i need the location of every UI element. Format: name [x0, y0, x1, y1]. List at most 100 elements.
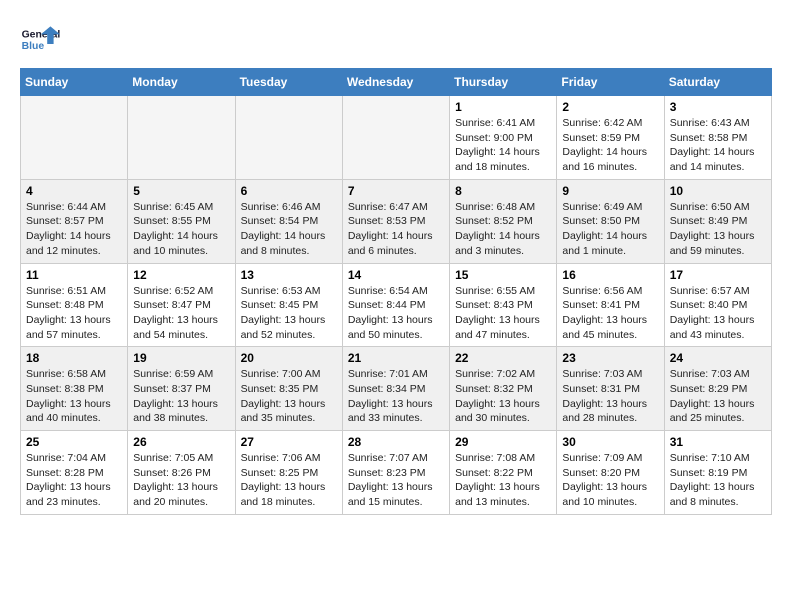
- day-number: 13: [241, 268, 337, 282]
- day-info: Sunrise: 6:51 AMSunset: 8:48 PMDaylight:…: [26, 284, 122, 343]
- calendar-cell: 28 Sunrise: 7:07 AMSunset: 8:23 PMDayligh…: [342, 431, 449, 515]
- day-number: 7: [348, 184, 444, 198]
- calendar-cell: 31 Sunrise: 7:10 AMSunset: 8:19 PMDayligh…: [664, 431, 771, 515]
- day-number: 5: [133, 184, 229, 198]
- day-info: Sunrise: 6:41 AMSunset: 9:00 PMDaylight:…: [455, 116, 551, 175]
- day-info: Sunrise: 6:43 AMSunset: 8:58 PMDaylight:…: [670, 116, 766, 175]
- day-info: Sunrise: 7:10 AMSunset: 8:19 PMDaylight:…: [670, 451, 766, 510]
- day-number: 21: [348, 351, 444, 365]
- calendar-cell: 4 Sunrise: 6:44 AMSunset: 8:57 PMDaylight…: [21, 179, 128, 263]
- day-number: 4: [26, 184, 122, 198]
- day-number: 26: [133, 435, 229, 449]
- calendar-cell: 15 Sunrise: 6:55 AMSunset: 8:43 PMDayligh…: [450, 263, 557, 347]
- day-info: Sunrise: 7:08 AMSunset: 8:22 PMDaylight:…: [455, 451, 551, 510]
- calendar-cell: 5 Sunrise: 6:45 AMSunset: 8:55 PMDaylight…: [128, 179, 235, 263]
- day-info: Sunrise: 7:09 AMSunset: 8:20 PMDaylight:…: [562, 451, 658, 510]
- header-sunday: Sunday: [21, 69, 128, 96]
- day-info: Sunrise: 6:48 AMSunset: 8:52 PMDaylight:…: [455, 200, 551, 259]
- day-info: Sunrise: 6:58 AMSunset: 8:38 PMDaylight:…: [26, 367, 122, 426]
- day-number: 20: [241, 351, 337, 365]
- calendar-cell: 23Sunrise: 7:03 AMSunset: 8:31 PMDayligh…: [557, 347, 664, 431]
- day-info: Sunrise: 6:42 AMSunset: 8:59 PMDaylight:…: [562, 116, 658, 175]
- calendar-cell: 30 Sunrise: 7:09 AMSunset: 8:20 PMDayligh…: [557, 431, 664, 515]
- day-number: 6: [241, 184, 337, 198]
- calendar-cell: 17 Sunrise: 6:57 AMSunset: 8:40 PMDayligh…: [664, 263, 771, 347]
- header-wednesday: Wednesday: [342, 69, 449, 96]
- day-info: Sunrise: 6:44 AMSunset: 8:57 PMDaylight:…: [26, 200, 122, 259]
- header-tuesday: Tuesday: [235, 69, 342, 96]
- day-number: 3: [670, 100, 766, 114]
- calendar-table: SundayMondayTuesdayWednesdayThursdayFrid…: [20, 68, 772, 515]
- day-info: Sunrise: 6:52 AMSunset: 8:47 PMDaylight:…: [133, 284, 229, 343]
- header-saturday: Saturday: [664, 69, 771, 96]
- day-info: Sunrise: 6:45 AMSunset: 8:55 PMDaylight:…: [133, 200, 229, 259]
- day-number: 15: [455, 268, 551, 282]
- day-number: 29: [455, 435, 551, 449]
- calendar-cell: [128, 96, 235, 180]
- calendar-week-row: 1 Sunrise: 6:41 AMSunset: 9:00 PMDaylight…: [21, 96, 772, 180]
- day-info: Sunrise: 6:53 AMSunset: 8:45 PMDaylight:…: [241, 284, 337, 343]
- calendar-week-row: 11Sunrise: 6:51 AMSunset: 8:48 PMDayligh…: [21, 263, 772, 347]
- calendar-cell: 6Sunrise: 6:46 AMSunset: 8:54 PMDaylight…: [235, 179, 342, 263]
- calendar-cell: 13 Sunrise: 6:53 AMSunset: 8:45 PMDayligh…: [235, 263, 342, 347]
- day-number: 31: [670, 435, 766, 449]
- day-info: Sunrise: 6:59 AMSunset: 8:37 PMDaylight:…: [133, 367, 229, 426]
- svg-text:Blue: Blue: [22, 41, 45, 52]
- day-info: Sunrise: 7:05 AMSunset: 8:26 PMDaylight:…: [133, 451, 229, 510]
- day-number: 8: [455, 184, 551, 198]
- calendar-week-row: 4 Sunrise: 6:44 AMSunset: 8:57 PMDaylight…: [21, 179, 772, 263]
- day-info: Sunrise: 6:47 AMSunset: 8:53 PMDaylight:…: [348, 200, 444, 259]
- header-thursday: Thursday: [450, 69, 557, 96]
- day-info: Sunrise: 6:55 AMSunset: 8:43 PMDaylight:…: [455, 284, 551, 343]
- calendar-cell: 21 Sunrise: 7:01 AMSunset: 8:34 PMDayligh…: [342, 347, 449, 431]
- header-monday: Monday: [128, 69, 235, 96]
- calendar-cell: 2 Sunrise: 6:42 AMSunset: 8:59 PMDaylight…: [557, 96, 664, 180]
- calendar-cell: 10 Sunrise: 6:50 AMSunset: 8:49 PMDayligh…: [664, 179, 771, 263]
- calendar-cell: 27 Sunrise: 7:06 AMSunset: 8:25 PMDayligh…: [235, 431, 342, 515]
- calendar-cell: 19 Sunrise: 6:59 AMSunset: 8:37 PMDayligh…: [128, 347, 235, 431]
- day-info: Sunrise: 6:57 AMSunset: 8:40 PMDaylight:…: [670, 284, 766, 343]
- day-number: 16: [562, 268, 658, 282]
- day-info: Sunrise: 6:50 AMSunset: 8:49 PMDaylight:…: [670, 200, 766, 259]
- day-info: Sunrise: 7:01 AMSunset: 8:34 PMDaylight:…: [348, 367, 444, 426]
- calendar-cell: 11Sunrise: 6:51 AMSunset: 8:48 PMDayligh…: [21, 263, 128, 347]
- day-info: Sunrise: 7:04 AMSunset: 8:28 PMDaylight:…: [26, 451, 122, 510]
- calendar-cell: 20 Sunrise: 7:00 AMSunset: 8:35 PMDayligh…: [235, 347, 342, 431]
- day-info: Sunrise: 6:56 AMSunset: 8:41 PMDaylight:…: [562, 284, 658, 343]
- calendar-cell: 22Sunrise: 7:02 AMSunset: 8:32 PMDayligh…: [450, 347, 557, 431]
- day-number: 9: [562, 184, 658, 198]
- calendar-cell: 12 Sunrise: 6:52 AMSunset: 8:47 PMDayligh…: [128, 263, 235, 347]
- day-number: 30: [562, 435, 658, 449]
- day-number: 12: [133, 268, 229, 282]
- day-info: Sunrise: 7:06 AMSunset: 8:25 PMDaylight:…: [241, 451, 337, 510]
- day-number: 28: [348, 435, 444, 449]
- day-info: Sunrise: 7:03 AMSunset: 8:29 PMDaylight:…: [670, 367, 766, 426]
- day-info: Sunrise: 7:02 AMSunset: 8:32 PMDaylight:…: [455, 367, 551, 426]
- day-number: 10: [670, 184, 766, 198]
- day-number: 2: [562, 100, 658, 114]
- day-number: 1: [455, 100, 551, 114]
- day-info: Sunrise: 6:54 AMSunset: 8:44 PMDaylight:…: [348, 284, 444, 343]
- calendar-week-row: 25 Sunrise: 7:04 AMSunset: 8:28 PMDayligh…: [21, 431, 772, 515]
- calendar-cell: [342, 96, 449, 180]
- day-info: Sunrise: 7:07 AMSunset: 8:23 PMDaylight:…: [348, 451, 444, 510]
- logo: General Blue: [20, 20, 60, 60]
- day-number: 18: [26, 351, 122, 365]
- calendar-cell: 8 Sunrise: 6:48 AMSunset: 8:52 PMDaylight…: [450, 179, 557, 263]
- day-number: 25: [26, 435, 122, 449]
- calendar-cell: 18 Sunrise: 6:58 AMSunset: 8:38 PMDayligh…: [21, 347, 128, 431]
- calendar-cell: 14Sunrise: 6:54 AMSunset: 8:44 PMDayligh…: [342, 263, 449, 347]
- day-info: Sunrise: 7:00 AMSunset: 8:35 PMDaylight:…: [241, 367, 337, 426]
- day-info: Sunrise: 6:49 AMSunset: 8:50 PMDaylight:…: [562, 200, 658, 259]
- calendar-week-row: 18 Sunrise: 6:58 AMSunset: 8:38 PMDayligh…: [21, 347, 772, 431]
- day-number: 17: [670, 268, 766, 282]
- calendar-cell: 25 Sunrise: 7:04 AMSunset: 8:28 PMDayligh…: [21, 431, 128, 515]
- calendar-cell: 16 Sunrise: 6:56 AMSunset: 8:41 PMDayligh…: [557, 263, 664, 347]
- day-number: 24: [670, 351, 766, 365]
- day-info: Sunrise: 7:03 AMSunset: 8:31 PMDaylight:…: [562, 367, 658, 426]
- day-number: 19: [133, 351, 229, 365]
- calendar-cell: [235, 96, 342, 180]
- calendar-cell: 26 Sunrise: 7:05 AMSunset: 8:26 PMDayligh…: [128, 431, 235, 515]
- calendar-cell: 3 Sunrise: 6:43 AMSunset: 8:58 PMDaylight…: [664, 96, 771, 180]
- day-number: 27: [241, 435, 337, 449]
